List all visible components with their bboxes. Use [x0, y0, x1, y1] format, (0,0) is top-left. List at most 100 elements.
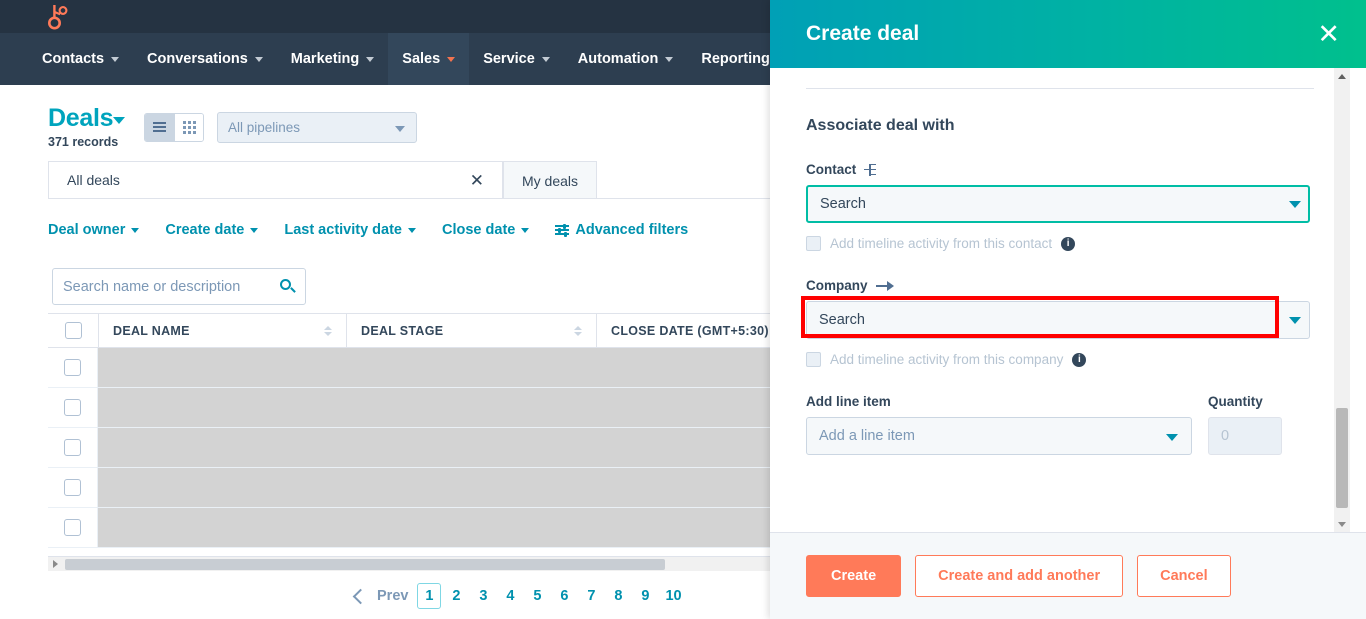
sort-icon[interactable] — [574, 325, 582, 336]
page-title-caret-icon[interactable] — [113, 117, 125, 124]
nav-item-marketing[interactable]: Marketing — [277, 33, 389, 85]
nav-label: Marketing — [290, 51, 360, 67]
row-checkbox[interactable] — [64, 399, 81, 416]
table-row[interactable] — [48, 428, 770, 468]
column-header-deal-stage[interactable]: DEAL STAGE — [346, 314, 596, 347]
scrollbar-thumb[interactable] — [65, 558, 665, 570]
column-header-deal-name[interactable]: DEAL NAME — [98, 314, 346, 347]
filter-sliders-icon — [555, 223, 570, 237]
company-timeline-checkbox[interactable] — [806, 352, 821, 367]
chevron-down-icon[interactable] — [1289, 201, 1301, 208]
sort-icon[interactable] — [324, 325, 332, 336]
contact-timeline-checkbox-row[interactable]: Add timeline activity from this contact … — [806, 236, 1314, 251]
row-content-redacted — [98, 348, 770, 387]
scroll-down-icon[interactable] — [1334, 516, 1350, 532]
grid-view-button[interactable] — [174, 114, 203, 141]
page-button-10[interactable]: 10 — [660, 583, 686, 609]
search-icon[interactable] — [280, 279, 296, 294]
page-button-2[interactable]: 2 — [444, 583, 468, 609]
row-select-cell — [48, 468, 98, 507]
contact-timeline-checkbox[interactable] — [806, 236, 821, 251]
info-icon[interactable]: i — [1072, 352, 1087, 367]
row-content-redacted — [98, 428, 770, 467]
chevron-down-icon[interactable] — [1289, 317, 1301, 324]
nav-item-automation[interactable]: Automation — [564, 33, 688, 85]
info-icon[interactable]: i — [1061, 236, 1076, 251]
advanced-filters-button[interactable]: Advanced filters — [555, 222, 688, 238]
scrollbar-thumb[interactable] — [1336, 408, 1348, 508]
filter-label: Close date — [442, 222, 516, 238]
page-button-8[interactable]: 8 — [606, 583, 630, 609]
company-timeline-checkbox-row[interactable]: Add timeline activity from this company … — [806, 352, 1314, 367]
label-text: Contact — [806, 162, 857, 177]
row-select-cell — [48, 348, 98, 387]
column-header-close-date[interactable]: CLOSE DATE (GMT+5:30) — [596, 314, 770, 347]
panel-vertical-scrollbar[interactable] — [1334, 68, 1350, 532]
search-box[interactable] — [52, 268, 306, 305]
chevron-down-icon[interactable] — [1166, 434, 1178, 441]
nav-item-conversations[interactable]: Conversations — [133, 33, 277, 85]
tab-my-deals[interactable]: My deals — [503, 161, 598, 199]
chevron-down-icon — [366, 56, 375, 62]
chevron-left-icon[interactable] — [352, 588, 369, 604]
nav-item-sales[interactable]: Sales — [388, 33, 470, 85]
line-item-select[interactable]: Add a line item — [806, 417, 1192, 455]
table-row[interactable] — [48, 388, 770, 428]
contact-field-label: Contact — [806, 162, 1314, 177]
column-label: DEAL NAME — [113, 323, 190, 338]
nav-item-service[interactable]: Service — [469, 33, 564, 85]
page-title[interactable]: Deals — [48, 104, 114, 133]
contact-search-input[interactable]: Search — [806, 185, 1310, 223]
page-button-1[interactable]: 1 — [417, 583, 442, 609]
page-button-3[interactable]: 3 — [471, 583, 495, 609]
close-icon[interactable]: ✕ — [1317, 20, 1340, 48]
row-checkbox[interactable] — [64, 439, 81, 456]
page-button-4[interactable]: 4 — [498, 583, 522, 609]
nav-label: Contacts — [42, 51, 105, 67]
quantity-label: Quantity — [1208, 394, 1263, 409]
table-row[interactable] — [48, 348, 770, 388]
table-row[interactable] — [48, 508, 770, 548]
scroll-up-icon[interactable] — [1334, 68, 1350, 84]
pipeline-filter-dropdown[interactable]: All pipelines — [217, 112, 417, 143]
select-all-checkbox[interactable] — [64, 322, 82, 339]
tab-all-deals[interactable]: All deals ✕ — [48, 161, 503, 199]
page-button-9[interactable]: 9 — [633, 583, 657, 609]
nav-item-contacts[interactable]: Contacts — [28, 33, 133, 85]
page-button-7[interactable]: 7 — [579, 583, 603, 609]
row-checkbox[interactable] — [64, 359, 81, 376]
search-input[interactable] — [63, 278, 280, 295]
create-button[interactable]: Create — [806, 555, 902, 597]
filter-deal-owner[interactable]: Deal owner — [48, 222, 140, 238]
record-count: 371 records — [48, 135, 119, 149]
row-checkbox[interactable] — [64, 519, 81, 536]
prev-page-button[interactable]: Prev — [377, 588, 408, 604]
section-title-associate: Associate deal with — [806, 117, 955, 134]
filter-close-date[interactable]: Close date — [442, 222, 530, 238]
panel-title: Create deal — [806, 22, 920, 45]
filter-label: Deal owner — [48, 222, 126, 238]
nav-label: Service — [483, 51, 535, 67]
list-view-button[interactable] — [145, 114, 174, 141]
list-view-icon — [153, 121, 166, 134]
company-input-row: Search — [801, 296, 1314, 339]
close-icon[interactable]: ✕ — [470, 172, 484, 189]
filter-last-activity-date[interactable]: Last activity date — [284, 222, 417, 238]
label-text: Company — [806, 278, 868, 293]
contact-timeline-label: Add timeline activity from this contact — [830, 236, 1053, 251]
row-checkbox[interactable] — [64, 479, 81, 496]
hubspot-sprocket-logo[interactable] — [42, 4, 70, 30]
table-row[interactable] — [48, 468, 770, 508]
table-horizontal-scrollbar[interactable] — [48, 556, 770, 571]
quantity-input[interactable]: 0 — [1208, 417, 1282, 455]
cancel-button[interactable]: Cancel — [1137, 555, 1231, 597]
contact-search-placeholder: Search — [820, 196, 866, 212]
row-content-redacted — [98, 468, 770, 507]
pipeline-filter-value: All pipelines — [228, 120, 301, 135]
company-search-input[interactable]: Search — [806, 301, 1310, 339]
scroll-left-icon[interactable] — [48, 557, 63, 572]
filter-create-date[interactable]: Create date — [165, 222, 259, 238]
create-and-add-another-button[interactable]: Create and add another — [915, 555, 1124, 597]
page-button-6[interactable]: 6 — [552, 583, 576, 609]
page-button-5[interactable]: 5 — [525, 583, 549, 609]
